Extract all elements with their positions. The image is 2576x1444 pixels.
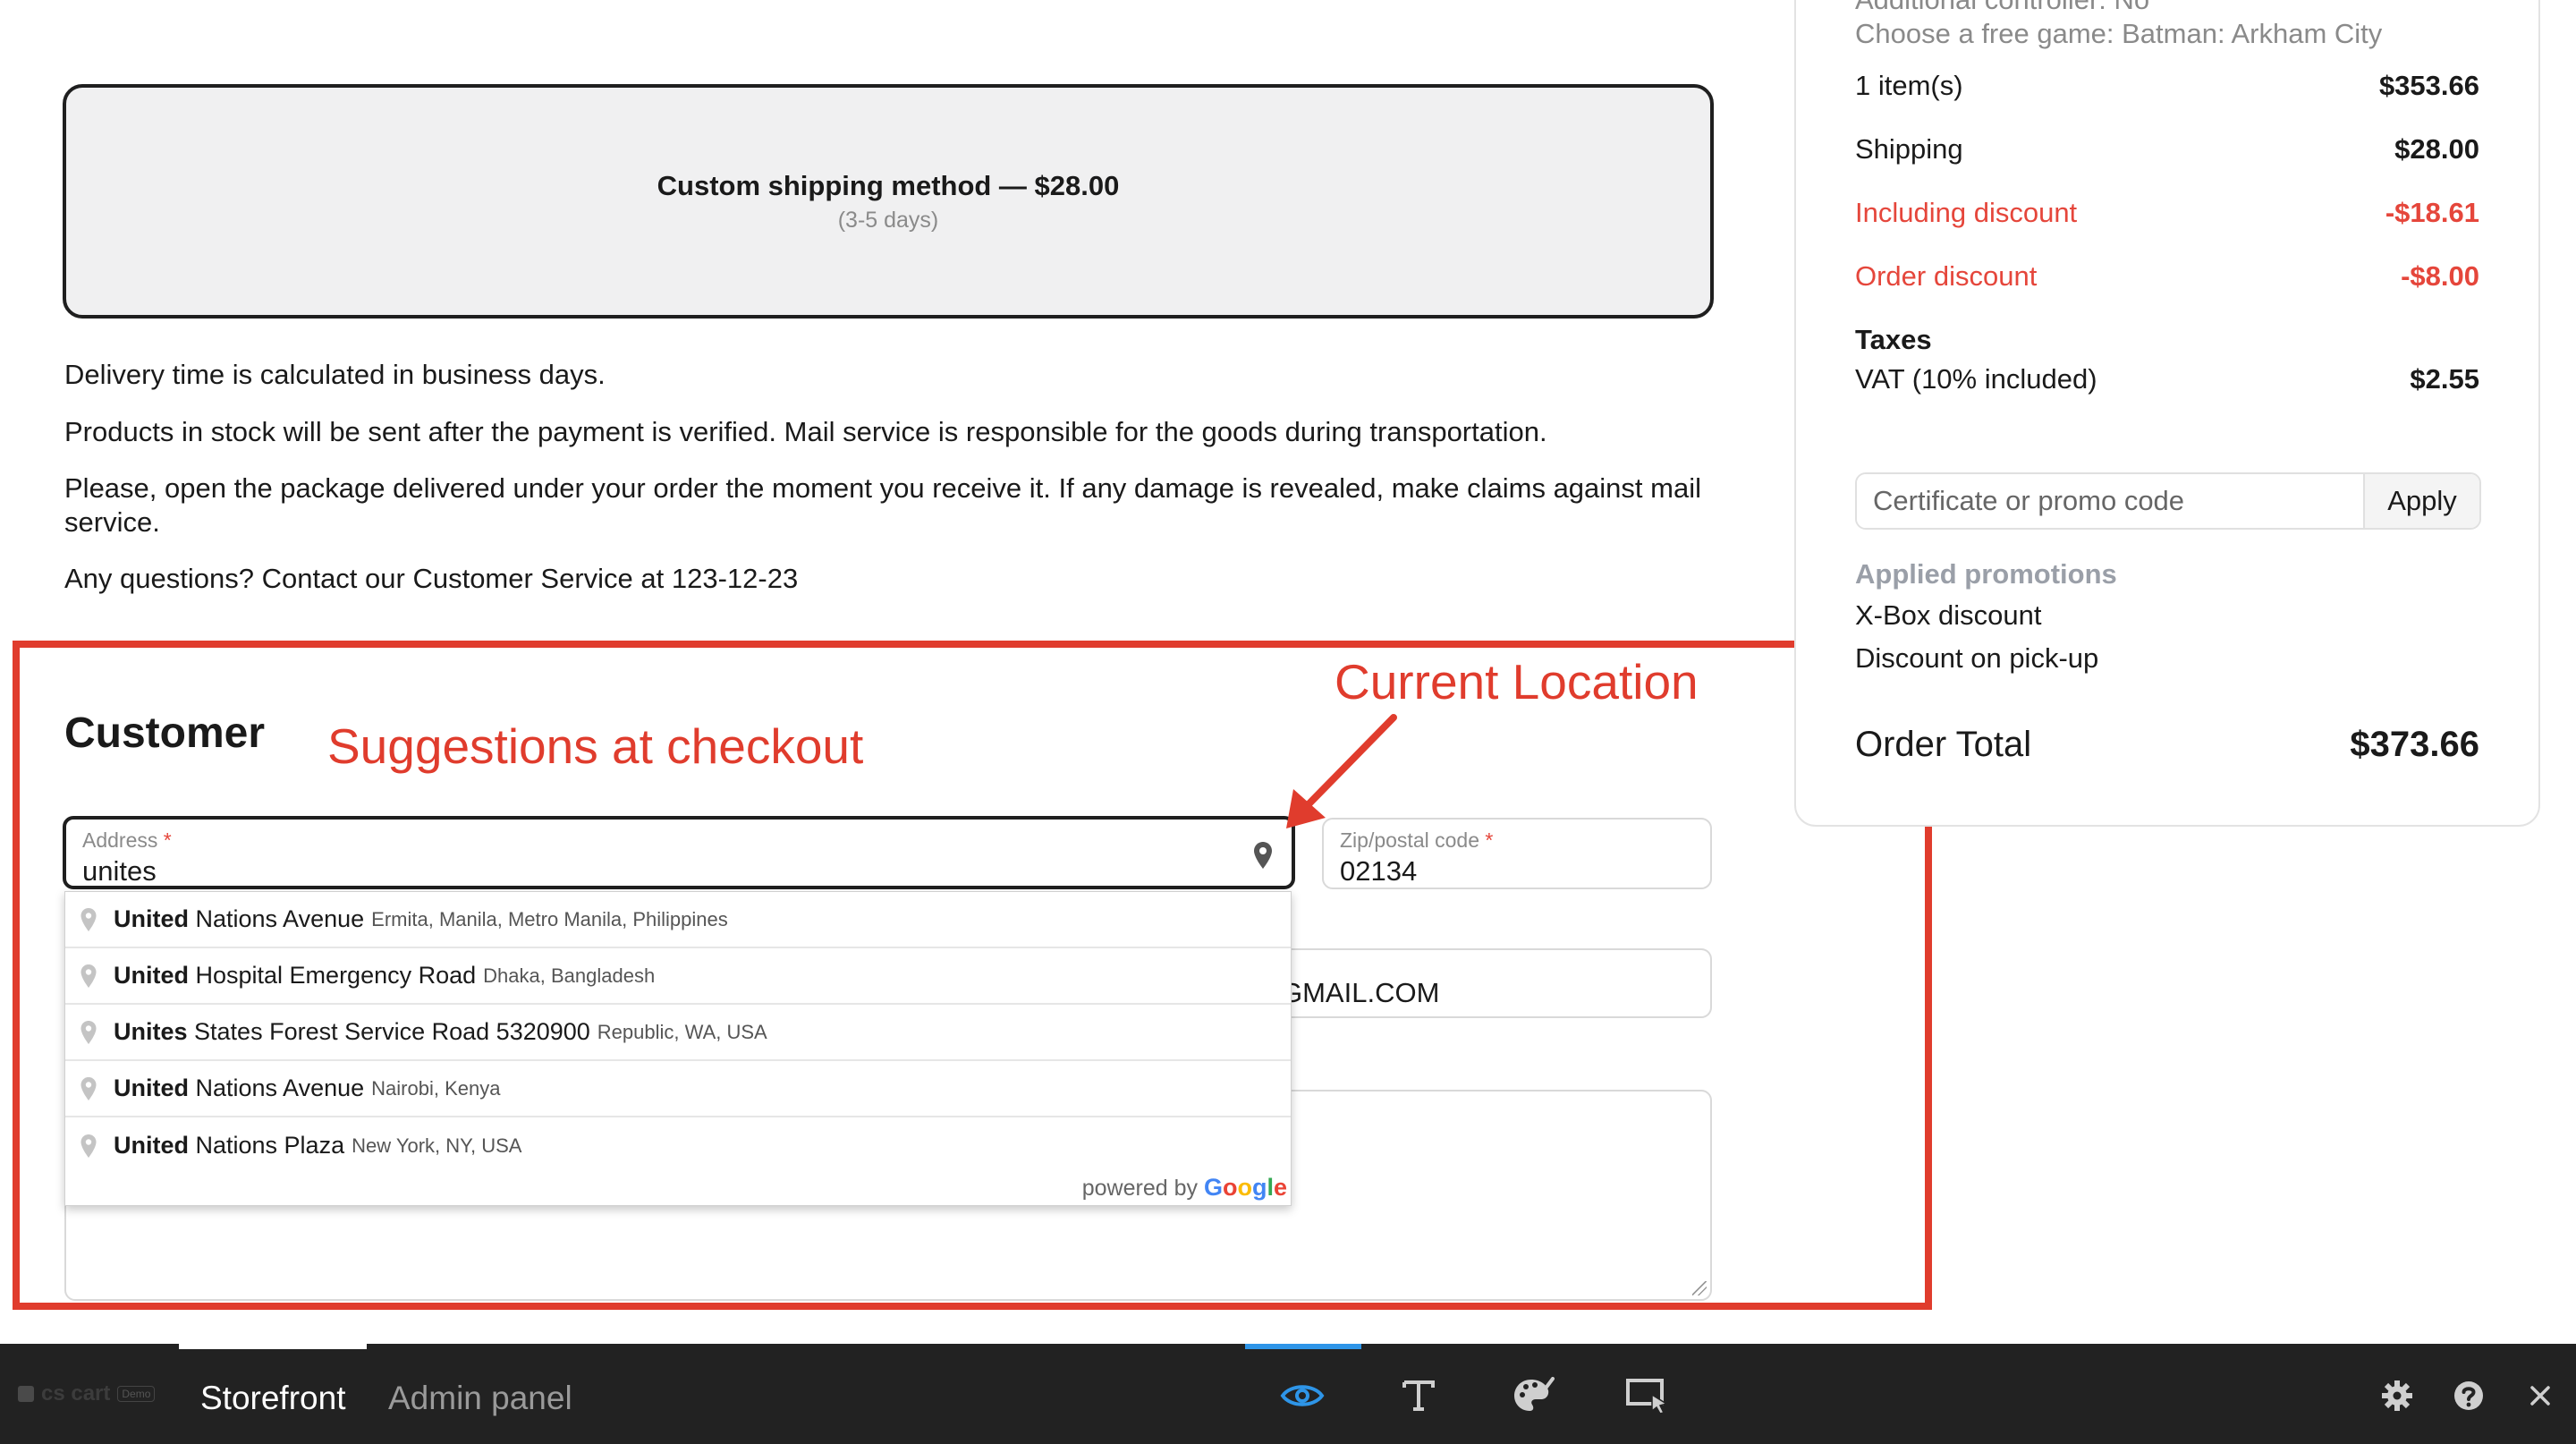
suggestion-main: United Nations Plaza [114,1132,345,1159]
select-area-icon[interactable] [1624,1376,1671,1415]
suggestion-item[interactable]: United Hospital Emergency Road Dhaka, Ba… [65,948,1291,1005]
demo-toolbar: cs cart Demo Storefront Admin panel [0,1344,2576,1444]
delivery-info-text: Products in stock will be sent after the… [64,416,1547,447]
annotation-current-location: Current Location [1335,654,1699,709]
zip-field[interactable]: Zip/postal code * 02134 [1322,818,1712,889]
shipping-method-label: Custom shipping method — $28.00 [657,169,1120,201]
order-total-row: Order Total $373.66 [1855,725,2479,764]
address-label: Address * [82,828,172,852]
summary-row-vat: VAT (10% included) $2.55 [1855,363,2479,395]
address-value[interactable]: unites [82,855,157,888]
suggestion-main: United Nations Avenue [114,1075,365,1101]
preview-eye-icon[interactable] [1279,1376,1326,1415]
map-pin-icon [80,907,97,931]
shipping-days: (3-5 days) [837,207,939,233]
address-field[interactable]: Address * unites [63,816,1295,889]
map-pin-icon [80,1020,97,1044]
taxes-heading: Taxes [1855,324,1932,355]
applied-promotion: X-Box discount [1855,599,2042,631]
suggestion-secondary: Republic, WA, USA [597,1020,767,1043]
logo-cube-icon [18,1386,34,1402]
promo-code-group: Apply [1855,472,2481,530]
delivery-info-text: Any questions? Contact our Customer Serv… [64,563,799,594]
promo-code-input[interactable] [1857,474,2363,528]
email-field[interactable]: GMAIL.COM [1279,948,1712,1018]
google-logo: Google [1203,1174,1287,1201]
active-tab-indicator [179,1344,367,1349]
customer-heading: Customer [64,709,266,757]
map-pin-icon [80,1076,97,1100]
tab-admin-panel[interactable]: Admin panel [388,1380,572,1417]
suggestion-item[interactable]: United Nations Avenue Ermita, Manila, Me… [65,892,1291,948]
suggestion-secondary: Ermita, Manila, Metro Manila, Philippine… [371,907,728,930]
summary-row-items: 1 item(s) $353.66 [1855,70,2479,101]
suggestion-main: United Nations Avenue [114,905,365,932]
summary-row-shipping: Shipping $28.00 [1855,133,2479,165]
active-mode-indicator [1245,1344,1361,1349]
powered-by-google: powered by Google [1081,1174,1287,1201]
help-icon[interactable] [2445,1376,2492,1415]
summary-row-order-discount: Order discount -$8.00 [1855,260,2479,292]
cs-cart-logo: cs cart Demo [18,1381,156,1406]
applied-promotions-heading: Applied promotions [1855,558,2117,590]
palette-icon[interactable] [1510,1376,1556,1415]
address-suggestions-dropdown: United Nations Avenue Ermita, Manila, Me… [64,891,1292,1206]
applied-promotion: Discount on pick-up [1855,642,2099,674]
text-edit-icon[interactable] [1395,1376,1442,1415]
product-option-controller: Additional controller: No [1855,0,2149,16]
gear-icon[interactable] [2374,1376,2420,1415]
suggestion-secondary: Dhaka, Bangladesh [483,964,656,987]
zip-value[interactable]: 02134 [1340,855,1417,888]
summary-row-including-discount: Including discount -$18.61 [1855,197,2479,228]
suggestion-main: United Hospital Emergency Road [114,962,477,989]
map-pin-icon [80,964,97,988]
suggestion-secondary: New York, NY, USA [352,1134,522,1157]
email-value[interactable]: GMAIL.COM [1281,977,1439,1009]
suggestion-main: Unites States Forest Service Road 532090… [114,1018,590,1045]
apply-promo-button[interactable]: Apply [2363,474,2479,528]
resize-handle[interactable] [1692,1281,1707,1295]
delivery-info-text: Please, open the package delivered under… [64,472,1701,538]
zip-label: Zip/postal code * [1340,828,1494,852]
close-icon[interactable] [2517,1376,2563,1415]
current-location-pin-icon[interactable] [1252,841,1274,870]
shipping-method-option[interactable]: Custom shipping method — $28.00 (3-5 day… [63,84,1714,319]
suggestion-item[interactable]: Unites States Forest Service Road 532090… [65,1005,1291,1061]
suggestion-item[interactable]: United Nations Plaza New York, NY, USA [65,1117,1291,1174]
tab-storefront[interactable]: Storefront [200,1380,345,1417]
order-summary: Additional controller: No Choose a free … [1794,0,2540,827]
product-option-game: Choose a free game: Batman: Arkham City [1855,18,2383,49]
suggestion-item[interactable]: United Nations Avenue Nairobi, Kenya [65,1061,1291,1117]
annotation-suggestions: Suggestions at checkout [327,718,864,774]
delivery-info-text: Delivery time is calculated in business … [64,359,606,390]
suggestion-secondary: Nairobi, Kenya [371,1076,501,1100]
map-pin-icon [80,1134,97,1158]
